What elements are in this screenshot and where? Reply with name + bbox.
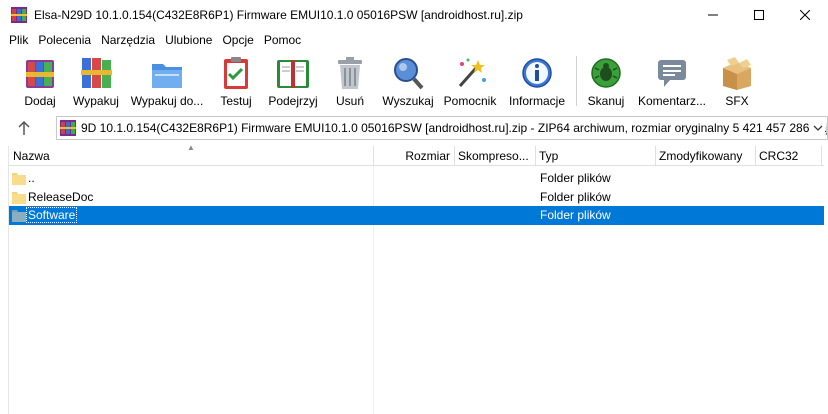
magnifier-icon <box>394 58 424 90</box>
add-archive-icon <box>26 60 54 88</box>
up-arrow-icon[interactable] <box>14 119 34 137</box>
wizard-button-label: Pomocnik <box>443 94 497 108</box>
list-item[interactable]: .. Folder plików <box>9 169 824 188</box>
view-button-label: Podejrzyj <box>268 94 318 108</box>
title-bar: Elsa-N29D 10.1.0.154(C432E8R6P1) Firmwar… <box>0 0 828 30</box>
add-button[interactable]: Dodaj <box>22 52 58 110</box>
extract-button-label: Wypakuj <box>73 94 119 108</box>
sfx-button[interactable]: SFX <box>718 52 756 110</box>
delete-button-label: Usuń <box>335 94 364 108</box>
folder-icon <box>12 173 26 185</box>
winrar-app-icon <box>11 7 27 23</box>
comment-icon <box>658 60 686 87</box>
maximize-button[interactable] <box>736 0 782 30</box>
wizard-wand-icon <box>458 58 486 87</box>
find-button-label: Wyszukaj <box>382 94 434 108</box>
sfx-button-label: SFX <box>725 94 749 108</box>
menu-plik[interactable]: Plik <box>4 30 33 50</box>
menu-opcje[interactable]: Opcje <box>217 30 258 50</box>
menu-narzedzia[interactable]: Narzędzia <box>96 30 160 50</box>
column-crc32[interactable]: CRC32 <box>755 146 821 166</box>
virus-scan-icon <box>591 58 621 88</box>
list-item[interactable]: ReleaseDoc Folder plików <box>9 188 824 207</box>
column-size[interactable]: Rozmiar <box>373 146 454 166</box>
file-name: ReleaseDoc <box>28 190 94 204</box>
extract-icon <box>81 58 112 88</box>
column-type[interactable]: Typ <box>535 146 655 166</box>
wizard-button[interactable]: Pomocnik <box>442 52 498 110</box>
sort-ascending-icon: ▲ <box>187 143 195 152</box>
address-field[interactable]: 9D 10.1.0.154(C432E8R6P1) Firmware EMUI1… <box>56 116 828 140</box>
folder-icon <box>12 210 26 222</box>
add-button-label: Dodaj <box>24 94 56 108</box>
maximize-icon <box>754 10 764 20</box>
info-button-label: Informacje <box>508 94 566 108</box>
scan-button[interactable]: Skanuj <box>586 52 626 110</box>
close-icon <box>800 10 810 20</box>
archive-icon <box>60 120 76 136</box>
delete-button[interactable]: Usuń <box>332 52 368 110</box>
file-name: Software <box>25 207 78 223</box>
test-button[interactable]: Testuj <box>218 52 254 110</box>
menu-ulubione[interactable]: Ulubione <box>160 30 217 50</box>
toolbar-separator <box>576 56 577 106</box>
file-type: Folder plików <box>540 208 611 222</box>
file-type: Folder plików <box>540 171 611 185</box>
test-button-label: Testuj <box>220 94 252 108</box>
address-bar: 9D 10.1.0.154(C432E8R6P1) Firmware EMUI1… <box>0 114 828 142</box>
folder-icon <box>12 192 26 204</box>
column-packed[interactable]: Skompreso... <box>454 146 535 166</box>
minimize-icon <box>708 14 718 16</box>
scan-button-label: Skanuj <box>587 94 625 108</box>
minimize-button[interactable] <box>690 0 736 30</box>
extract-to-button-label: Wypakuj do... <box>130 94 204 108</box>
address-text: 9D 10.1.0.154(C432E8R6P1) Firmware EMUI1… <box>81 121 828 135</box>
menu-bar: Plik Polecenia Narzędzia Ulubione Opcje … <box>0 30 828 50</box>
extract-to-folder-icon <box>152 64 182 88</box>
extract-button[interactable]: Wypakuj <box>72 52 120 110</box>
file-type: Folder plików <box>540 190 611 204</box>
comment-button-label: Komentarz... <box>637 94 707 108</box>
view-book-icon <box>277 60 309 88</box>
file-name: .. <box>28 171 35 185</box>
trash-icon <box>338 57 362 89</box>
comment-button[interactable]: Komentarz... <box>638 52 706 110</box>
find-button[interactable]: Wyszukaj <box>382 52 434 110</box>
toolbar: Dodaj Wypakuj Wypakuj do... Testuj Podej… <box>0 52 828 112</box>
view-button[interactable]: Podejrzyj <box>266 52 320 110</box>
close-button[interactable] <box>782 0 828 30</box>
chevron-down-icon[interactable] <box>811 120 825 136</box>
sfx-box-icon <box>723 57 751 90</box>
window-title: Elsa-N29D 10.1.0.154(C432E8R6P1) Firmwar… <box>34 8 523 22</box>
menu-polecenia[interactable]: Polecenia <box>33 30 96 50</box>
extract-to-button[interactable]: Wypakuj do... <box>130 52 204 110</box>
test-clipboard-icon <box>224 57 248 89</box>
file-list: Nazwa ▲ Rozmiar Skompreso... Typ Zmodyfi… <box>8 143 824 414</box>
column-modified[interactable]: Zmodyfikowany <box>655 146 755 166</box>
list-item-selected[interactable]: Software Folder plików <box>9 206 824 225</box>
info-icon <box>522 58 552 88</box>
list-header: Nazwa ▲ Rozmiar Skompreso... Typ Zmodyfi… <box>9 143 824 166</box>
info-button[interactable]: Informacje <box>508 52 566 110</box>
menu-pomoc[interactable]: Pomoc <box>259 30 306 50</box>
